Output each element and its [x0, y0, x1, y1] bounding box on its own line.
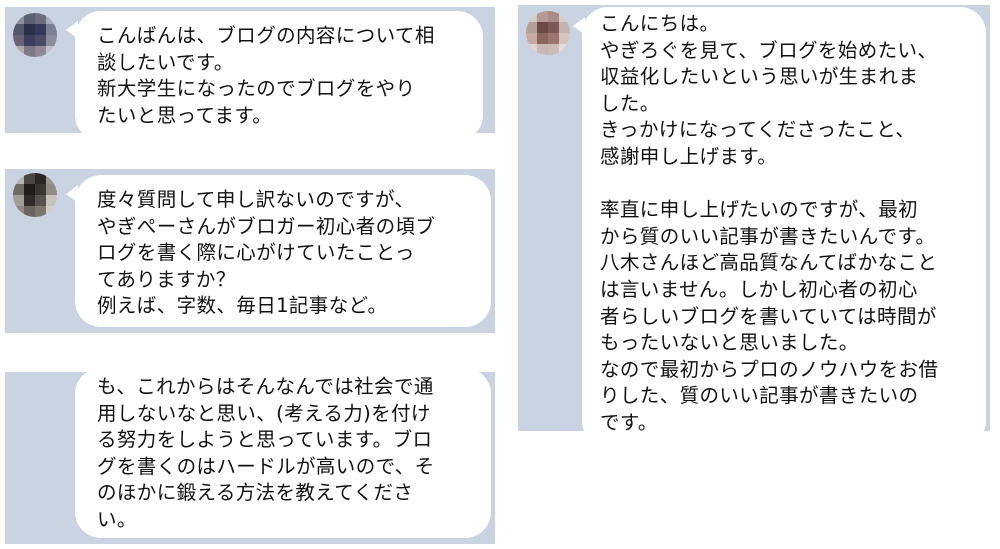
chat-panel-2: 度々質問して申し訳ないのですが、 やぎぺーさんがブロガー初心者の頃ブ ログを書く… [5, 169, 495, 333]
message-bubble: も、これからはそんなんでは社会で通 用しないなと思い、(考える力)を付け る努力… [75, 372, 491, 538]
chat-panel-3: も、これからはそんなんでは社会で通 用しないなと思い、(考える力)を付け る努力… [5, 372, 495, 544]
message-bubble: 度々質問して申し訳ないのですが、 やぎぺーさんがブロガー初心者の頃ブ ログを書く… [66, 175, 491, 327]
message-line: こんばんは、ブログの内容について相 [97, 24, 435, 47]
bubble-tail [66, 185, 78, 203]
message-line: 例えば、字数、毎日1記事など。 [97, 294, 388, 318]
message-bubble: こんにちは。 やぎろぐを見て、ブログを始めたい、 収益化したいという思いが生まれ… [573, 7, 986, 431]
message-line: も、これからはそんなんでは社会で通 [97, 375, 434, 398]
message-line: きっかけになってくださったこと、 [600, 118, 916, 142]
message-line: 率直に申し上げたいのですが、最初 [600, 198, 919, 222]
message-line: やぎろぐを見て、ブログを始めたい、 [600, 38, 938, 62]
message-line: たいと思ってます。 [97, 103, 273, 127]
message-line: い。 [97, 507, 137, 531]
bubble-tail [573, 17, 585, 35]
message-line: ログを書く際に心がけていたことっ [97, 241, 415, 265]
message-line: る努力をしようと思っています。ブロ [97, 428, 433, 452]
message-line: です。 [600, 410, 658, 431]
message-line: 収益化したいという思いが生まれま [600, 65, 919, 89]
message-line [600, 171, 972, 198]
message-line: りした、質のいい記事が書きたいの [600, 384, 919, 408]
message-line: した。 [600, 91, 660, 115]
message-line: 者らしいブログを書いていては時間が [600, 304, 937, 328]
message-line: は言いません。しかし初心者の初心 [600, 277, 918, 301]
message-line: やぎぺーさんがブロガー初心者の頃ブ [97, 214, 436, 238]
message-line: 度々質問して申し訳ないのですが、 [97, 188, 415, 211]
message-line: てありますか？ [97, 267, 236, 291]
message-line: 用しないなと思い、(考える力)を付け [97, 401, 431, 425]
message-line: 感謝申し上げます。 [600, 144, 778, 168]
message-line: 八木さんほど高品質なんてばかなこと [600, 251, 938, 275]
chat-panel-1: こんばんは、ブログの内容について相 談したいです。 新大学生になったのでブログを… [5, 7, 495, 133]
message-line: こんにちは。 [600, 12, 720, 35]
chat-panel-4: こんにちは。 やぎろぐを見て、ブログを始めたい、 収益化したいという思いが生まれ… [518, 5, 990, 431]
message-line: 談したいです。 [97, 50, 234, 74]
sender-avatar[interactable] [13, 173, 57, 217]
bubble-tail [66, 21, 78, 39]
sender-avatar[interactable] [526, 11, 570, 55]
message-line: グを書くのはハードルが高いので、そ [97, 454, 435, 478]
sender-avatar[interactable] [13, 13, 57, 57]
message-line: もったいないと思いました。 [600, 331, 859, 355]
message-line: から質のいい記事が書きたいんです。 [600, 224, 936, 248]
message-line: のほかに鍛える方法を教えてくださ [97, 481, 414, 505]
message-line: 新大学生になったのでブログをやり [97, 77, 416, 101]
message-bubble: こんばんは、ブログの内容について相 談したいです。 新大学生になったのでブログを… [66, 11, 483, 133]
message-line: なので最初からプロのノウハウをお借 [600, 357, 939, 381]
